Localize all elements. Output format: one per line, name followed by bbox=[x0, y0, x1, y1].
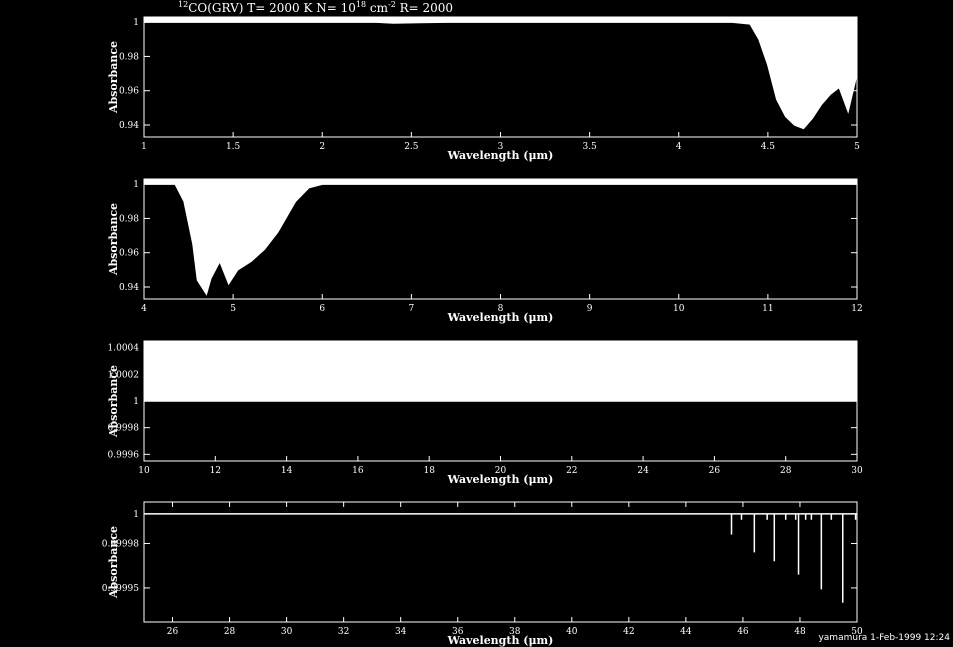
x-tick-label: 44 bbox=[680, 627, 692, 637]
figure-title: 12CO(GRV) T= 2000 K N= 1018 cm-2 R= 2000 bbox=[178, 0, 453, 15]
absorbance-fill bbox=[144, 341, 857, 401]
x-tick-label: 10 bbox=[673, 304, 685, 314]
x-tick-label: 4 bbox=[676, 142, 682, 152]
x-tick-label: 22 bbox=[566, 466, 577, 476]
y-tick-label: 1 bbox=[133, 397, 139, 407]
x-tick-label: 34 bbox=[395, 627, 407, 637]
x-tick-label: 48 bbox=[794, 627, 806, 637]
x-tick-label: 9 bbox=[587, 304, 593, 314]
y-axis-label: Absorbance bbox=[107, 41, 120, 114]
x-tick-label: 7 bbox=[409, 304, 415, 314]
y-axis-label: Absorbance bbox=[107, 526, 120, 599]
x-tick-label: 10 bbox=[138, 466, 150, 476]
y-tick-label: 0.96 bbox=[119, 249, 139, 259]
title-main: CO(GRV) T= 2000 K N= 10 bbox=[188, 1, 356, 15]
x-tick-label: 14 bbox=[281, 466, 293, 476]
title-unit-exp: -2 bbox=[388, 0, 396, 9]
title-unit: cm bbox=[366, 1, 389, 15]
y-tick-label: 0.96 bbox=[119, 87, 139, 97]
x-tick-label: 16 bbox=[352, 466, 364, 476]
y-tick-label: 0.9996 bbox=[108, 450, 140, 460]
x-tick-label: 28 bbox=[780, 466, 792, 476]
x-tick-label: 11 bbox=[762, 304, 773, 314]
x-axis-label: Wavelength (μm) bbox=[447, 149, 554, 162]
title-isotope-sup: 12 bbox=[178, 0, 188, 9]
x-tick-label: 5 bbox=[230, 304, 236, 314]
x-axis-label: Wavelength (μm) bbox=[447, 311, 554, 324]
x-tick-label: 2.5 bbox=[404, 142, 419, 152]
y-tick-label: 1 bbox=[133, 180, 139, 190]
y-tick-label: 0.98 bbox=[119, 52, 139, 62]
x-tick-label: 12 bbox=[851, 304, 862, 314]
y-axis-label: Absorbance bbox=[107, 203, 120, 276]
x-tick-label: 28 bbox=[224, 627, 236, 637]
y-tick-label: 0.98 bbox=[119, 214, 139, 224]
y-axis-label: Absorbance bbox=[107, 365, 120, 438]
x-tick-label: 26 bbox=[709, 466, 721, 476]
x-tick-label: 1.5 bbox=[226, 142, 241, 152]
x-tick-label: 4 bbox=[141, 304, 147, 314]
x-axis-label: Wavelength (μm) bbox=[447, 473, 554, 486]
title-n-exp: 18 bbox=[356, 0, 366, 9]
x-tick-label: 24 bbox=[637, 466, 649, 476]
spectrum-figure: 12CO(GRV) T= 2000 K N= 1018 cm-2 R= 2000… bbox=[0, 0, 953, 647]
y-tick-label: 0.94 bbox=[119, 283, 139, 293]
x-tick-label: 46 bbox=[737, 627, 749, 637]
x-axis-label: Wavelength (μm) bbox=[447, 634, 554, 647]
x-tick-label: 6 bbox=[319, 304, 325, 314]
y-tick-label: 1 bbox=[133, 18, 139, 28]
y-tick-label: 0.94 bbox=[119, 121, 139, 131]
x-tick-label: 3.5 bbox=[582, 142, 597, 152]
x-tick-label: 32 bbox=[338, 627, 349, 637]
x-tick-label: 1 bbox=[141, 142, 147, 152]
y-tick-label: 1.0004 bbox=[108, 344, 140, 354]
footer-credit: yamamura 1-Feb-1999 12:24 bbox=[818, 633, 950, 643]
title-suffix: R= 2000 bbox=[396, 1, 453, 15]
x-tick-label: 5 bbox=[854, 142, 860, 152]
x-tick-label: 42 bbox=[623, 627, 634, 637]
x-tick-label: 2 bbox=[319, 142, 325, 152]
y-tick-label: 1 bbox=[133, 510, 139, 520]
x-tick-label: 30 bbox=[851, 466, 863, 476]
x-tick-label: 18 bbox=[423, 466, 435, 476]
x-tick-label: 12 bbox=[210, 466, 221, 476]
x-tick-label: 4.5 bbox=[761, 142, 776, 152]
x-tick-label: 26 bbox=[167, 627, 179, 637]
x-tick-label: 40 bbox=[566, 627, 578, 637]
x-tick-label: 30 bbox=[281, 627, 293, 637]
